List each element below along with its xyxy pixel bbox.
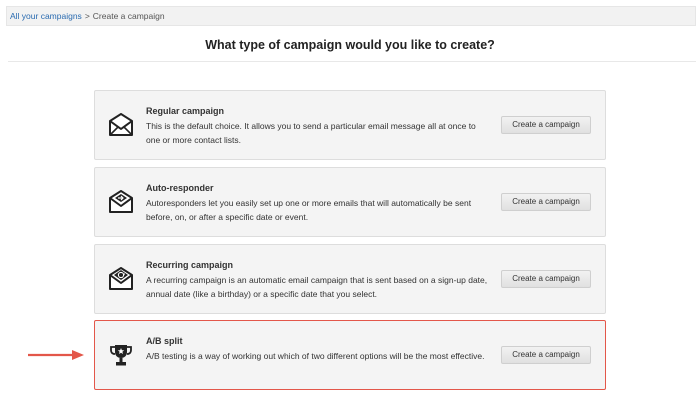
card-description: Autoresponders let you easily set up one… [146, 198, 472, 222]
create-ab-split-button[interactable]: Create a campaign [501, 346, 591, 364]
arrow-right-icon [26, 349, 86, 361]
create-regular-campaign-button[interactable]: Create a campaign [501, 116, 591, 134]
campaign-card-regular: Regular campaign This is the default cho… [94, 90, 606, 160]
trophy-icon [108, 342, 134, 368]
envelope-arrow-icon [108, 189, 134, 215]
page-title: What type of campaign would you like to … [205, 38, 495, 52]
card-description: This is the default choice. It allows yo… [146, 121, 476, 145]
campaign-card-ab-split: A/B split A/B testing is a way of workin… [94, 320, 606, 390]
card-title: A/B split [146, 336, 183, 346]
campaign-card-recurring: Recurring campaign A recurring campaign … [94, 244, 606, 314]
envelope-recurring-icon [108, 266, 134, 292]
card-title: Recurring campaign [146, 260, 234, 270]
card-title: Auto-responder [146, 183, 214, 193]
envelope-icon [108, 112, 134, 138]
breadcrumb: All your campaigns > Create a campaign [6, 6, 696, 26]
breadcrumb-separator: > [84, 11, 90, 21]
create-autoresponder-button[interactable]: Create a campaign [501, 193, 591, 211]
breadcrumb-current: Create a campaign [92, 11, 165, 21]
campaign-card-autoresponder: Auto-responder Autoresponders let you ea… [94, 167, 606, 237]
card-description: A/B testing is a way of working out whic… [146, 351, 485, 361]
card-description: A recurring campaign is an automatic ema… [146, 275, 488, 299]
breadcrumb-link-all-campaigns[interactable]: All your campaigns [10, 11, 82, 21]
card-title: Regular campaign [146, 106, 225, 116]
title-divider [8, 61, 696, 62]
create-recurring-campaign-button[interactable]: Create a campaign [501, 270, 591, 288]
